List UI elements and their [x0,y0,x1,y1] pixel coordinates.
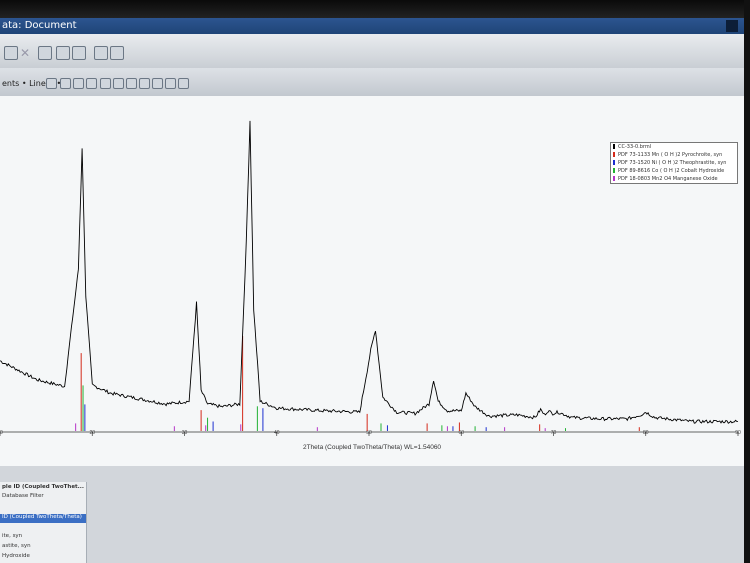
refresh-icon[interactable] [4,46,18,60]
pattern-row[interactable]: Hydroxide [2,553,30,559]
monitor-bezel [0,0,750,18]
peak-tool-1-icon[interactable] [126,78,137,89]
arrow-up-icon[interactable] [73,78,84,89]
arrow-down-icon[interactable] [60,78,71,89]
x-tick-label: 70 [551,430,557,436]
window-titlebar: ata: Document [0,18,744,34]
peak-tool-4-icon[interactable] [165,78,176,89]
legend-marker [613,144,615,149]
monitor-bezel-right [744,0,750,563]
legend-item: CC-33-0.brml [613,144,651,150]
undo-icon[interactable] [100,78,111,89]
legend-label: CC-33-0.brml [618,144,652,150]
peak-tool-3-icon[interactable] [152,78,163,89]
zoom-icon[interactable] [46,78,57,89]
document-icon[interactable] [38,46,52,60]
legend-item: PDF 73-1520 Ni ( O H )2 Theophrastite, s… [613,160,726,166]
legend-label: PDF 73-1133 Mn ( O H )2 Pyrochroite, syn [618,152,723,158]
legend-marker [613,176,615,181]
window-close-button[interactable] [726,20,738,32]
peak-tool-2-icon[interactable] [139,78,150,89]
table-icon[interactable] [72,46,86,60]
pattern-list-panel: ple ID (Coupled TwoThet... Database Filt… [0,482,87,563]
edit-icon[interactable] [56,46,70,60]
panel-header: ple ID (Coupled TwoThet... [2,484,84,490]
main-toolbar: ✕ [0,34,744,69]
legend-item: PDF 18-0803 Mn2 O4 Manganese Oxide [613,176,718,182]
copy-icon[interactable] [178,78,189,89]
pattern-row[interactable]: astite, syn [2,543,31,549]
database-filter[interactable]: Database Filter [2,493,44,499]
legend-label: PDF 18-0803 Mn2 O4 Manganese Oxide [618,176,718,182]
window-title: ata: Document [2,20,77,31]
delete-icon[interactable]: ✕ [20,46,34,60]
legend-item: PDF 89-8616 Co ( O H )2 Cobalt Hydroxide [613,168,724,174]
x-tick-label: 90 [735,430,741,436]
legend-marker [613,160,615,165]
x-tick-label: 30 [182,430,188,436]
legend-label: PDF 73-1520 Ni ( O H )2 Theophrastite, s… [618,160,727,166]
redo-icon[interactable] [113,78,124,89]
x-tick-label: 10 [0,430,3,436]
x-axis-label: 2Theta (Coupled TwoTheta/Theta) WL=1.540… [303,444,441,451]
swap-icon[interactable] [94,46,108,60]
selected-pattern-row[interactable]: ID (Coupled TwoTheta/Theta) [0,514,86,523]
pattern-row[interactable]: ite, syn [2,533,22,539]
chart-toolbar: ents • Linear • [0,68,744,97]
chart-legend: CC-33-0.brml PDF 73-1133 Mn ( O H )2 Pyr… [610,142,738,184]
x-tick-label: 20 [89,430,95,436]
cursor-icon[interactable] [86,78,97,89]
x-tick-label: 40 [274,430,280,436]
screen: ata: Document ✕ ents • Linear • 10 20 30 40… [0,0,750,563]
legend-marker [613,152,615,157]
pin-icon[interactable] [110,46,124,60]
legend-item: PDF 73-1133 Mn ( O H )2 Pyrochroite, syn [613,152,722,158]
x-tick-label: 80 [643,430,649,436]
legend-label: PDF 89-8616 Co ( O H )2 Cobalt Hydroxide [618,168,725,174]
legend-marker [613,168,615,173]
bottom-pane [0,466,744,563]
